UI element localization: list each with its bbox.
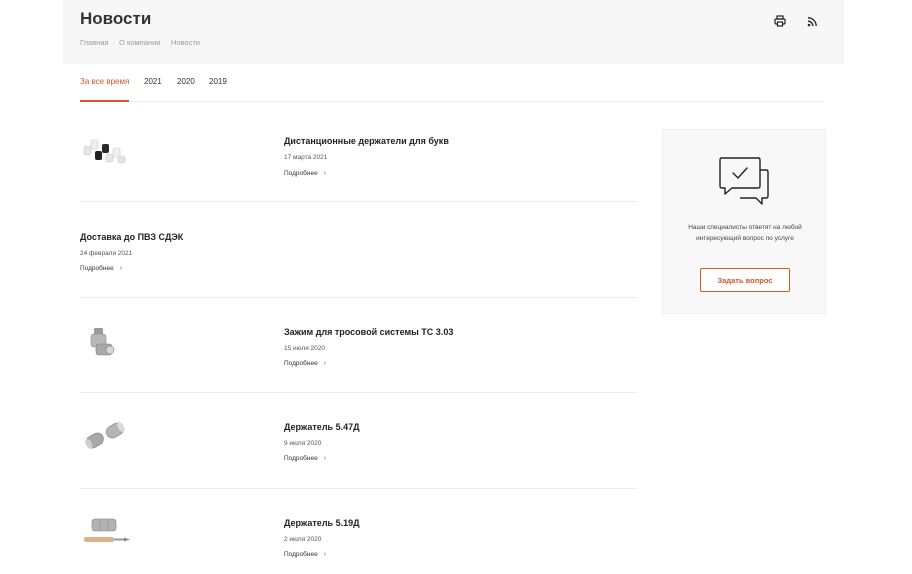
breadcrumb-home[interactable]: Главная: [80, 38, 109, 47]
read-more-label: Подробнее: [284, 170, 318, 177]
chat-bubbles-icon: [718, 156, 772, 206]
news-title[interactable]: Дистанционные держатели для букв: [284, 136, 449, 146]
news-item: Держатель 5.19Д 2 июля 2020 Подробнее ›: [80, 489, 637, 574]
tab-2020[interactable]: 2020: [177, 76, 195, 102]
news-item: Держатель 5.47Д 9 июля 2020 Подробнее ›: [80, 393, 637, 489]
news-title[interactable]: Держатель 5.47Д: [284, 422, 360, 432]
breadcrumb-about[interactable]: О компании: [119, 38, 160, 47]
card-description: Наши специалисты ответят на любой интере…: [688, 224, 802, 242]
chevron-right-icon: ›: [323, 551, 327, 558]
news-date: 2 июля 2020: [284, 536, 322, 543]
chevron-right-icon: ›: [119, 265, 123, 272]
news-title[interactable]: Зажим для тросовой системы ТС 3.03: [284, 327, 453, 337]
chevron-right-icon: ›: [323, 360, 327, 367]
news-item: Дистанционные держатели для букв 17 март…: [80, 118, 637, 202]
chevron-right-icon: ›: [323, 170, 327, 177]
news-item: Зажим для тросовой системы ТС 3.03 15 ию…: [80, 298, 637, 393]
news-title[interactable]: Доставка до ПВЗ СДЭК: [80, 232, 183, 242]
news-title[interactable]: Держатель 5.19Д: [284, 518, 360, 528]
news-image[interactable]: [80, 417, 140, 457]
breadcrumb: Главная · О компании · Новости: [80, 38, 200, 47]
news-date: 24 февраля 2021: [80, 250, 133, 257]
read-more-label: Подробнее: [284, 455, 318, 462]
read-more-label: Подробнее: [80, 265, 114, 272]
read-more-link[interactable]: Подробнее ›: [284, 551, 326, 558]
page-header: [63, 0, 844, 64]
read-more-link[interactable]: Подробнее ›: [284, 360, 326, 367]
news-image[interactable]: [80, 515, 140, 555]
breadcrumb-separator: ·: [112, 38, 116, 47]
ask-question-button[interactable]: Задать вопрос: [700, 268, 790, 292]
read-more-link[interactable]: Подробнее ›: [80, 265, 122, 272]
read-more-link[interactable]: Подробнее ›: [284, 170, 326, 177]
ask-question-card: Наши специалисты ответят на любой интере…: [662, 129, 826, 314]
breadcrumb-current: Новости: [170, 38, 200, 47]
page-title: Новости: [80, 9, 152, 28]
read-more-label: Подробнее: [284, 360, 318, 367]
tab-2019[interactable]: 2019: [209, 76, 227, 102]
read-more-label: Подробнее: [284, 551, 318, 558]
year-tabs: За все время 2021 2020 2019: [80, 76, 824, 102]
read-more-link[interactable]: Подробнее ›: [284, 455, 326, 462]
tab-all-time[interactable]: За все время: [80, 76, 130, 102]
news-image[interactable]: [80, 134, 140, 174]
news-date: 9 июля 2020: [284, 440, 322, 447]
print-icon[interactable]: [773, 14, 787, 28]
news-image[interactable]: [80, 324, 140, 364]
chevron-right-icon: ›: [323, 455, 327, 462]
tab-2021[interactable]: 2021: [144, 76, 162, 102]
breadcrumb-separator: ·: [164, 38, 167, 47]
news-date: 17 марта 2021: [284, 154, 328, 161]
news-date: 15 июля 2020: [284, 345, 325, 352]
news-item: Доставка до ПВЗ СДЭК 24 февраля 2021 Под…: [80, 202, 637, 298]
rss-icon[interactable]: [805, 14, 819, 28]
